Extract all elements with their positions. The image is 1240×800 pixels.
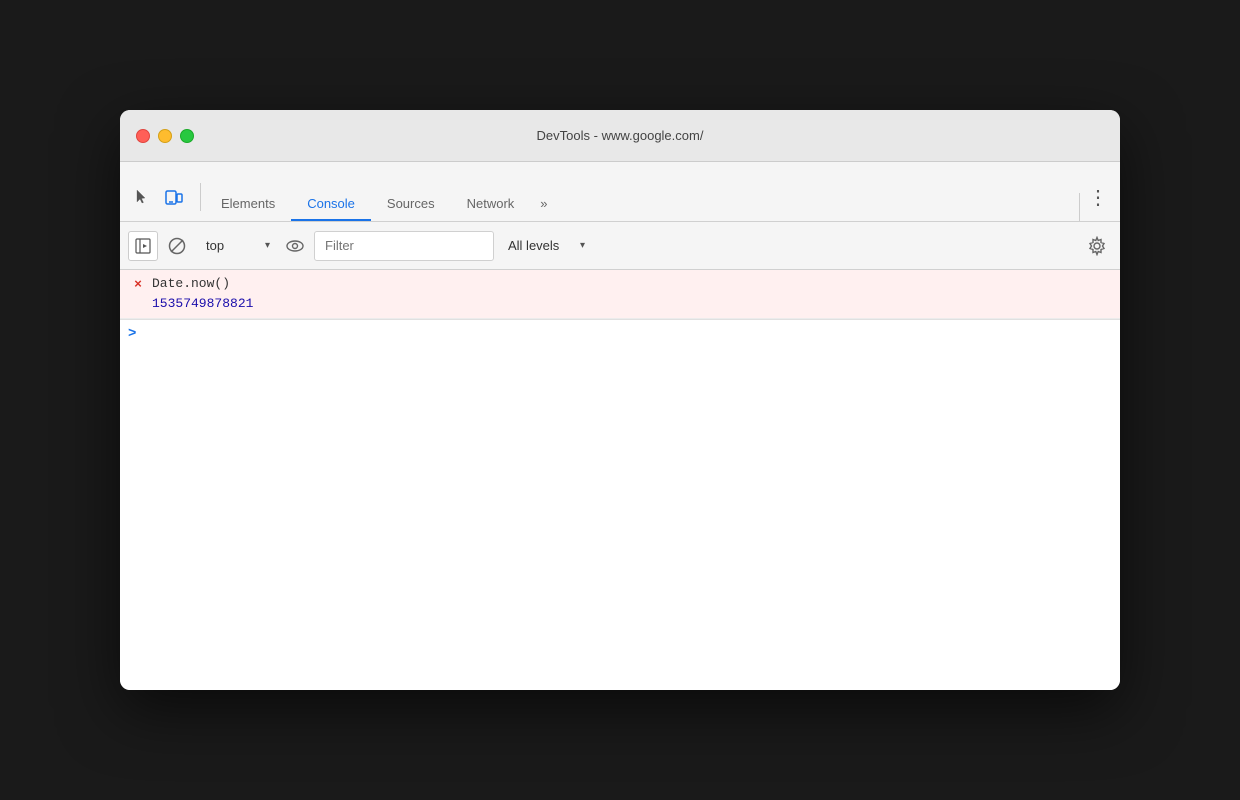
traffic-lights	[136, 129, 194, 143]
tab-bar-separator	[1079, 193, 1080, 221]
devtools-window: DevTools - www.google.com/ Elements Cons	[120, 110, 1120, 690]
entry-content: Date.now() 1535749878821	[148, 274, 1112, 314]
entry-result: 1535749878821	[152, 294, 1112, 314]
eye-icon	[285, 236, 305, 256]
log-levels-selector[interactable]: All levels Verbose Info Warnings Errors …	[498, 231, 591, 261]
no-entry-icon	[168, 237, 186, 255]
show-console-sidebar-button[interactable]	[128, 231, 158, 261]
log-levels-select-input[interactable]: All levels Verbose Info Warnings Errors	[498, 231, 591, 261]
tab-bar-divider	[200, 183, 201, 211]
console-content: × Date.now() 1535749878821 >	[120, 270, 1120, 690]
input-chevron: >	[128, 326, 136, 342]
tab-bar-left-tools	[128, 183, 188, 221]
context-selector[interactable]: top ▾	[196, 231, 276, 261]
tab-sources[interactable]: Sources	[371, 188, 451, 221]
close-button[interactable]	[136, 129, 150, 143]
settings-button[interactable]	[1082, 231, 1112, 261]
filter-input[interactable]	[314, 231, 494, 261]
tab-bar-right: ⋮	[1084, 183, 1112, 221]
gear-icon	[1087, 236, 1107, 256]
minimize-button[interactable]	[158, 129, 172, 143]
console-entry: × Date.now() 1535749878821	[120, 270, 1120, 319]
sidebar-icon	[135, 238, 151, 254]
maximize-button[interactable]	[180, 129, 194, 143]
tab-console[interactable]: Console	[291, 188, 371, 221]
console-input-line[interactable]: >	[120, 319, 1120, 348]
tab-more-button[interactable]: »	[530, 188, 557, 219]
tab-elements[interactable]: Elements	[205, 188, 291, 221]
tab-network[interactable]: Network	[451, 188, 531, 221]
tab-bar: Elements Console Sources Network » ⋮	[120, 162, 1120, 222]
console-toolbar: top ▾ All levels Verbose Info Warnings E…	[120, 222, 1120, 270]
window-title: DevTools - www.google.com/	[537, 128, 704, 143]
console-input[interactable]	[142, 327, 1112, 342]
create-live-expression-button[interactable]	[280, 231, 310, 261]
title-bar: DevTools - www.google.com/	[120, 110, 1120, 162]
entry-command: Date.now()	[152, 274, 1112, 294]
cursor-icon	[133, 188, 151, 206]
toggle-device-toolbar-button[interactable]	[160, 183, 188, 211]
inspect-element-button[interactable]	[128, 183, 156, 211]
context-select-input[interactable]: top	[196, 231, 276, 261]
devtools-menu-button[interactable]: ⋮	[1084, 183, 1112, 211]
responsive-icon	[165, 188, 183, 206]
error-icon: ×	[128, 274, 148, 295]
clear-console-button[interactable]	[162, 231, 192, 261]
